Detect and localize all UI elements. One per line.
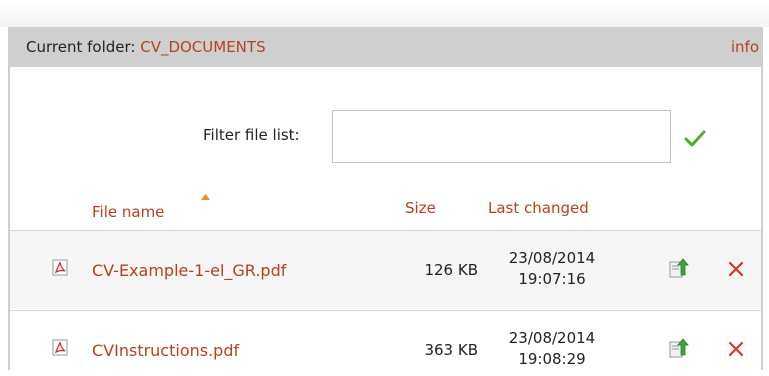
column-header-file-name[interactable]: File name [92,203,164,221]
column-header-last-changed[interactable]: Last changed [488,199,589,217]
delete-icon[interactable] [727,340,745,358]
folder-name: CV_DOCUMENTS [140,38,266,56]
table-row: CVInstructions.pdf 363 KB 23/08/2014 19:… [10,310,761,376]
pdf-icon [52,339,68,356]
sort-ascending-icon [201,194,210,200]
folder-header: Current folder: CV_DOCUMENTS info [8,27,763,67]
date-text: 23/08/2014 [508,249,596,267]
download-icon[interactable] [668,338,690,359]
column-header-size[interactable]: Size [405,199,436,217]
file-size: 363 KB [424,341,478,359]
file-manager-panel: Current folder: CV_DOCUMENTS info Filter… [8,27,763,376]
time-text: 19:08:29 [518,350,586,368]
file-link[interactable]: CV-Example-1-el_GR.pdf [92,261,286,280]
file-list-area: Filter file list: File name Size Last ch… [10,67,761,376]
file-link[interactable]: CVInstructions.pdf [92,341,239,360]
pdf-icon [52,259,68,276]
file-size: 126 KB [424,261,478,279]
info-link[interactable]: info [731,38,759,56]
last-changed: 23/08/2014 19:07:16 [497,248,607,290]
filter-input[interactable] [332,110,671,163]
date-text: 23/08/2014 [508,329,596,347]
filter-label: Filter file list: [203,126,300,144]
last-changed: 23/08/2014 19:08:29 [497,328,607,370]
time-text: 19:07:16 [518,270,586,288]
download-icon[interactable] [668,258,690,279]
table-row: CV-Example-1-el_GR.pdf 126 KB 23/08/2014… [10,230,761,309]
current-folder: Current folder: CV_DOCUMENTS [26,38,266,56]
checkmark-icon[interactable] [684,129,706,147]
top-fade [0,0,769,27]
delete-icon[interactable] [727,260,745,278]
current-folder-label: Current folder: [26,38,141,56]
